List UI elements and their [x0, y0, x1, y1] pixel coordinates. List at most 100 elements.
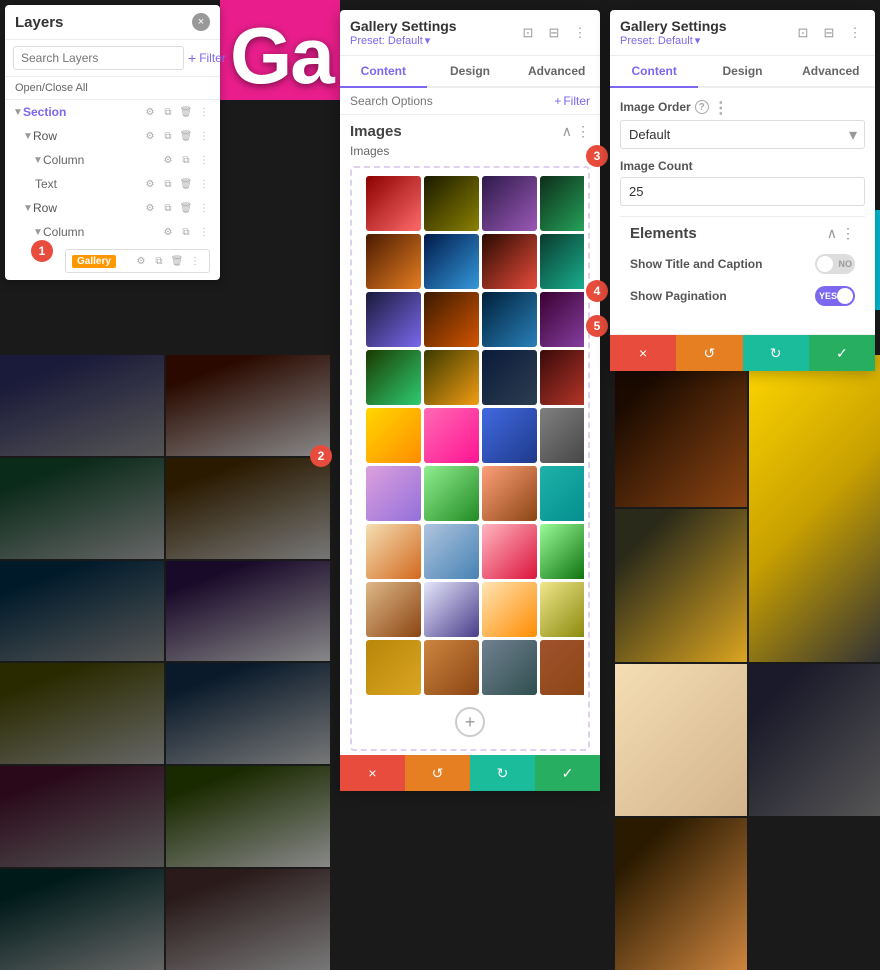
tab-advanced[interactable]: Advanced — [513, 56, 600, 88]
layer-row1-settings-icon[interactable]: ⚙ — [142, 128, 158, 144]
image-thumb[interactable] — [540, 466, 584, 521]
image-thumb[interactable] — [366, 640, 421, 695]
left-redo-button[interactable]: ↻ — [470, 755, 535, 791]
right-tab-advanced[interactable]: Advanced — [787, 56, 875, 88]
panel-split-icon[interactable]: ⊟ — [544, 23, 564, 43]
panel-more-icon[interactable]: ⋮ — [570, 23, 590, 43]
layer-col1-settings-icon[interactable]: ⚙ — [160, 152, 176, 168]
layers-filter-button[interactable]: + Filter — [188, 50, 226, 66]
layer-col2-settings-icon[interactable]: ⚙ — [160, 224, 176, 240]
help-icon[interactable]: ? — [695, 100, 709, 114]
layer-menu-icon[interactable]: ⋮ — [196, 104, 212, 120]
layer-col2-menu-icon[interactable]: ⋮ — [196, 224, 212, 240]
right-undo-button[interactable]: ↺ — [676, 335, 742, 371]
layers-search-input[interactable] — [13, 46, 184, 70]
layer-row2-copy-icon[interactable]: ⧉ — [160, 200, 176, 216]
image-thumb[interactable] — [424, 524, 479, 579]
right-tab-content[interactable]: Content — [610, 56, 698, 88]
options-filter-button[interactable]: + Filter — [554, 94, 590, 108]
layer-copy-icon[interactable]: ⧉ — [160, 104, 176, 120]
image-thumb[interactable] — [540, 582, 584, 637]
layer-row1-menu-icon[interactable]: ⋮ — [196, 128, 212, 144]
image-thumb[interactable] — [540, 408, 584, 463]
image-thumb[interactable] — [540, 176, 584, 231]
image-thumb[interactable] — [482, 292, 537, 347]
image-count-input[interactable] — [620, 177, 865, 206]
add-image-button[interactable]: + — [455, 707, 485, 737]
open-close-all[interactable]: Open/Close All — [5, 77, 220, 100]
gallery-settings-icon[interactable]: ⚙ — [133, 253, 149, 269]
image-thumb[interactable] — [540, 524, 584, 579]
layer-delete-icon[interactable]: 🗑 — [178, 104, 194, 120]
image-thumb[interactable] — [540, 350, 584, 405]
layer-row1-copy-icon[interactable]: ⧉ — [160, 128, 176, 144]
image-thumb[interactable] — [424, 466, 479, 521]
layer-text-delete-icon[interactable]: 🗑 — [178, 176, 194, 192]
left-save-button[interactable]: ✓ — [535, 755, 600, 791]
image-thumb[interactable] — [366, 176, 421, 231]
image-thumb[interactable] — [482, 524, 537, 579]
image-thumb[interactable] — [482, 582, 537, 637]
layer-text-menu-icon[interactable]: ⋮ — [196, 176, 212, 192]
image-thumb[interactable] — [482, 640, 537, 695]
image-thumb[interactable] — [424, 350, 479, 405]
layer-row2-settings-icon[interactable]: ⚙ — [142, 200, 158, 216]
left-undo-button[interactable]: ↺ — [405, 755, 470, 791]
image-thumb[interactable] — [540, 292, 584, 347]
panel-minimize-icon[interactable]: ⊡ — [518, 23, 538, 43]
tab-content[interactable]: Content — [340, 56, 427, 88]
image-thumb[interactable] — [366, 408, 421, 463]
search-options-input[interactable] — [350, 94, 548, 108]
layer-col1-menu-icon[interactable]: ⋮ — [196, 152, 212, 168]
show-pagination-toggle[interactable]: YES — [815, 286, 855, 306]
show-title-caption-toggle[interactable]: NO — [815, 254, 855, 274]
image-thumb[interactable] — [540, 640, 584, 695]
image-thumb[interactable] — [366, 292, 421, 347]
right-save-button[interactable]: ✓ — [809, 335, 875, 371]
image-thumb[interactable] — [366, 350, 421, 405]
layer-row2-menu-icon[interactable]: ⋮ — [196, 200, 212, 216]
right-panel-split-icon[interactable]: ⊟ — [819, 23, 839, 43]
layer-row2-delete-icon[interactable]: 🗑 — [178, 200, 194, 216]
layer-text-settings-icon[interactable]: ⚙ — [142, 176, 158, 192]
image-thumb[interactable] — [424, 176, 479, 231]
image-thumb[interactable] — [482, 176, 537, 231]
image-thumb[interactable] — [424, 292, 479, 347]
right-panel-more-icon[interactable]: ⋮ — [845, 23, 865, 43]
image-thumb[interactable] — [540, 234, 584, 289]
image-thumb[interactable] — [482, 350, 537, 405]
elements-more-icon[interactable]: ⋮ — [841, 225, 855, 242]
gallery-menu-icon[interactable]: ⋮ — [187, 253, 203, 269]
layers-close-button[interactable]: × — [192, 13, 210, 31]
gallery-delete-icon[interactable]: 🗑 — [169, 253, 185, 269]
add-image-area[interactable]: + — [356, 699, 584, 745]
layer-gallery-item[interactable]: Gallery ⚙ ⧉ 🗑 ⋮ — [65, 249, 210, 273]
image-thumb[interactable] — [482, 466, 537, 521]
image-order-select[interactable]: Default Ascending Descending Random — [620, 120, 865, 149]
left-cancel-button[interactable]: × — [340, 755, 405, 791]
left-panel-preset[interactable]: Preset: Default ▾ — [350, 34, 457, 47]
image-thumb[interactable] — [424, 408, 479, 463]
image-thumb[interactable] — [366, 466, 421, 521]
image-thumb[interactable] — [366, 524, 421, 579]
right-tab-design[interactable]: Design — [698, 56, 786, 88]
image-thumb[interactable] — [366, 582, 421, 637]
layer-row1-delete-icon[interactable]: 🗑 — [178, 128, 194, 144]
images-collapse-icon[interactable]: ∧ — [562, 123, 572, 140]
right-panel-minimize-icon[interactable]: ⊡ — [793, 23, 813, 43]
more-options-icon[interactable]: ⋮ — [713, 98, 731, 116]
elements-collapse-icon[interactable]: ∧ — [827, 225, 837, 242]
gallery-copy-icon[interactable]: ⧉ — [151, 253, 167, 269]
layer-col1-copy-icon[interactable]: ⧉ — [178, 152, 194, 168]
right-redo-button[interactable]: ↻ — [743, 335, 809, 371]
layer-settings-icon[interactable]: ⚙ — [142, 104, 158, 120]
layer-text-copy-icon[interactable]: ⧉ — [160, 176, 176, 192]
image-thumb[interactable] — [424, 582, 479, 637]
image-thumb[interactable] — [482, 234, 537, 289]
images-more-icon[interactable]: ⋮ — [576, 123, 590, 140]
image-thumb[interactable] — [482, 408, 537, 463]
image-thumb[interactable] — [424, 234, 479, 289]
image-thumb[interactable] — [366, 234, 421, 289]
image-thumb[interactable] — [424, 640, 479, 695]
right-cancel-button[interactable]: × — [610, 335, 676, 371]
